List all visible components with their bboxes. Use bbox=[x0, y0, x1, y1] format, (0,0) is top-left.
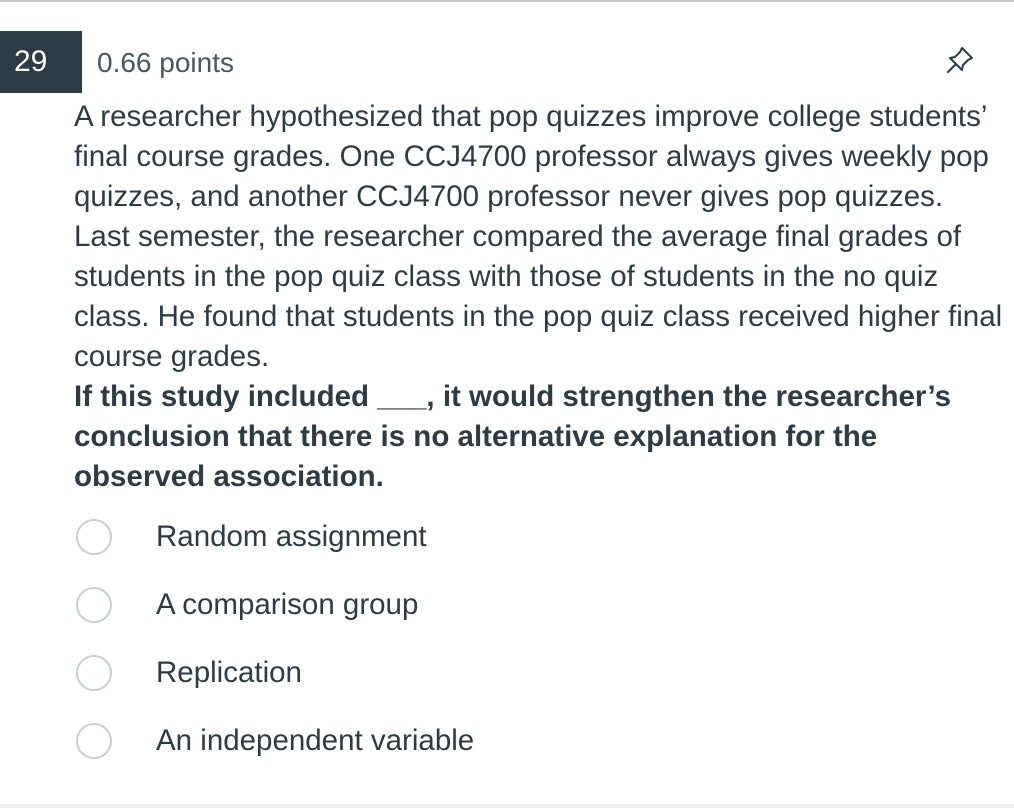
question-number: 29 bbox=[0, 31, 82, 93]
radio-button[interactable] bbox=[76, 723, 112, 759]
answer-label[interactable]: Random assignment bbox=[156, 518, 427, 556]
answer-option-4[interactable]: An independent variable bbox=[76, 716, 976, 784]
answer-option-2[interactable]: A comparison group bbox=[76, 580, 976, 648]
question-prompt: If this study included ___, it would str… bbox=[74, 380, 952, 493]
radio-button[interactable] bbox=[76, 587, 112, 623]
pin-icon[interactable] bbox=[940, 40, 980, 80]
answer-option-1[interactable]: Random assignment bbox=[76, 512, 976, 580]
answer-list: Random assignment A comparison group Rep… bbox=[76, 512, 976, 784]
question-stem: A researcher hypothesized that pop quizz… bbox=[74, 100, 1003, 373]
answer-label[interactable]: Replication bbox=[156, 654, 302, 692]
question-points: 0.66 points bbox=[97, 47, 234, 78]
answer-option-3[interactable]: Replication bbox=[76, 648, 976, 716]
answer-label[interactable]: An independent variable bbox=[156, 722, 474, 760]
top-divider bbox=[0, 0, 1014, 2]
bottom-divider bbox=[0, 804, 1014, 808]
radio-button[interactable] bbox=[76, 655, 112, 691]
answer-label[interactable]: A comparison group bbox=[156, 586, 418, 624]
question-text: A researcher hypothesized that pop quizz… bbox=[74, 97, 1004, 497]
radio-button[interactable] bbox=[76, 519, 112, 555]
